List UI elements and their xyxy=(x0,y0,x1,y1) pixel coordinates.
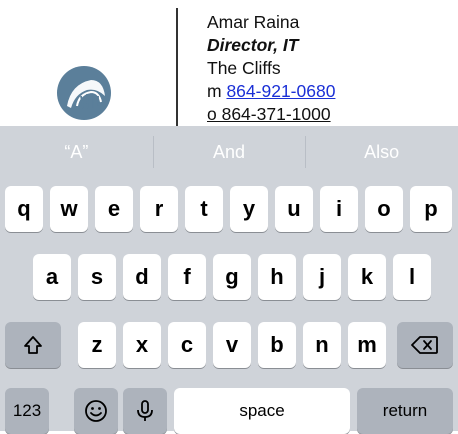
key-q[interactable]: q xyxy=(5,186,43,232)
key-x[interactable]: x xyxy=(123,322,161,368)
signature-office-line[interactable]: o 864-371-1000 xyxy=(207,103,335,126)
signature-title: Director, IT xyxy=(207,35,299,55)
delete-key[interactable] xyxy=(397,322,453,368)
signature-divider xyxy=(176,8,178,128)
signature-company: The Cliffs xyxy=(207,58,281,78)
key-l[interactable]: l xyxy=(393,254,431,300)
key-t[interactable]: t xyxy=(185,186,223,232)
key-h[interactable]: h xyxy=(258,254,296,300)
company-logo xyxy=(57,66,111,120)
key-e[interactable]: e xyxy=(95,186,133,232)
return-key[interactable]: return xyxy=(357,388,453,434)
key-y[interactable]: y xyxy=(230,186,268,232)
key-o[interactable]: o xyxy=(365,186,403,232)
key-z[interactable]: z xyxy=(78,322,116,368)
shift-icon xyxy=(22,334,44,356)
key-r[interactable]: r xyxy=(140,186,178,232)
ios-keyboard: “A” And Also q w e r t y u i o p a s d f… xyxy=(0,126,458,434)
mobile-phone-link[interactable]: 864-921-0680 xyxy=(226,81,335,101)
key-b[interactable]: b xyxy=(258,322,296,368)
key-n[interactable]: n xyxy=(303,322,341,368)
key-j[interactable]: j xyxy=(303,254,341,300)
backspace-icon xyxy=(411,335,439,355)
key-u[interactable]: u xyxy=(275,186,313,232)
email-signature: Amar Raina Director, IT The Cliffs m 864… xyxy=(0,0,458,128)
key-p[interactable]: p xyxy=(410,186,452,232)
key-d[interactable]: d xyxy=(123,254,161,300)
key-a[interactable]: a xyxy=(33,254,71,300)
key-i[interactable]: i xyxy=(320,186,358,232)
space-key[interactable]: space xyxy=(174,388,350,434)
signature-name: Amar Raina xyxy=(207,12,300,32)
office-phone-link[interactable]: o 864-371-1000 xyxy=(207,104,331,124)
key-m[interactable]: m xyxy=(348,322,386,368)
key-k[interactable]: k xyxy=(348,254,386,300)
key-v[interactable]: v xyxy=(213,322,251,368)
dictation-key[interactable] xyxy=(123,388,167,434)
emoji-icon xyxy=(84,399,108,423)
key-g[interactable]: g xyxy=(213,254,251,300)
key-s[interactable]: s xyxy=(78,254,116,300)
emoji-key[interactable] xyxy=(74,388,118,434)
shift-key[interactable] xyxy=(5,322,61,368)
key-f[interactable]: f xyxy=(168,254,206,300)
mobile-prefix: m xyxy=(207,81,222,101)
signature-text: Amar Raina Director, IT The Cliffs m 864… xyxy=(207,11,335,126)
prediction-2[interactable]: And xyxy=(152,126,306,178)
key-w[interactable]: w xyxy=(50,186,88,232)
predictive-bar: “A” And Also xyxy=(0,126,458,178)
signature-mobile-line: m 864-921-0680 xyxy=(207,80,335,103)
numbers-key[interactable]: 123 xyxy=(5,388,49,434)
prediction-3[interactable]: Also xyxy=(305,126,458,178)
microphone-icon xyxy=(136,399,154,423)
key-c[interactable]: c xyxy=(168,322,206,368)
prediction-1[interactable]: “A” xyxy=(0,126,153,178)
